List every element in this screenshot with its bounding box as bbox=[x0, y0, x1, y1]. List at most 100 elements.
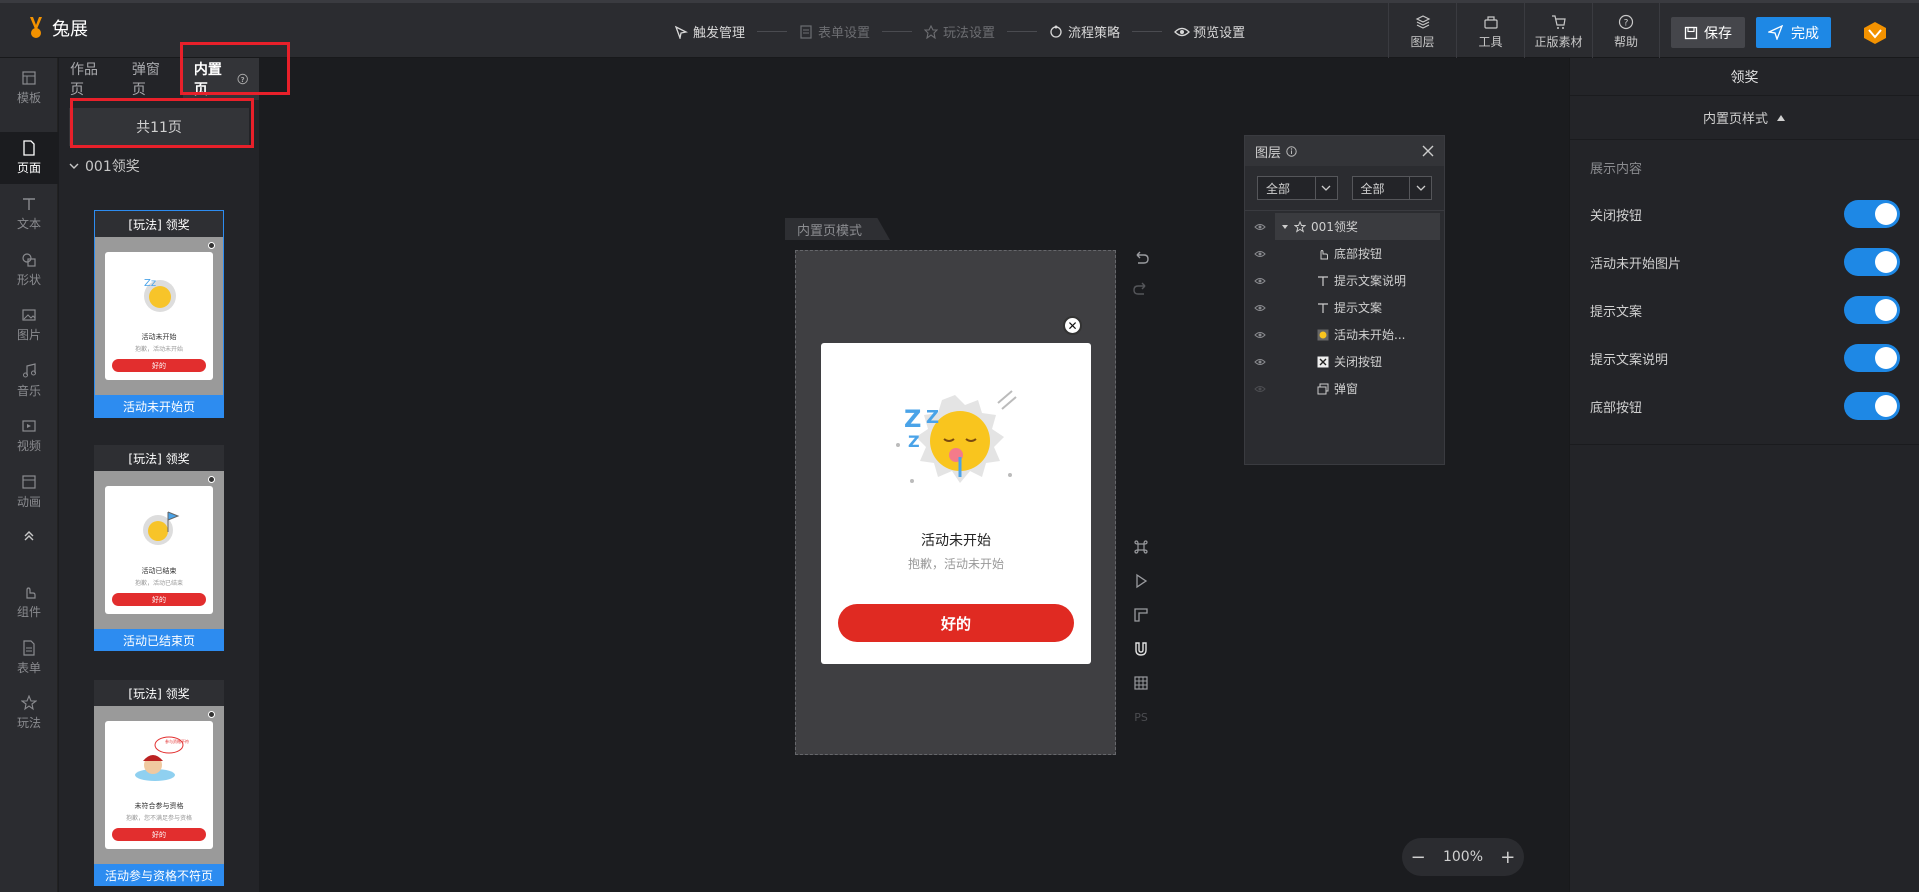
layer-row[interactable]: 提示文案说明 bbox=[1245, 267, 1444, 294]
template-icon bbox=[22, 71, 36, 85]
step-form[interactable]: 表单设置 bbox=[799, 22, 870, 41]
info-icon[interactable] bbox=[1286, 145, 1297, 157]
highlight-box bbox=[180, 42, 290, 95]
ps-button[interactable]: PS bbox=[1131, 707, 1151, 727]
page-thumb-not-started[interactable]: [玩法] 领奖 Zz 活动未开始 抱歉，活动未开始 好的 活动未开始页 bbox=[94, 210, 224, 418]
mode-label: 内置页模式 bbox=[785, 218, 890, 240]
chevron-down-icon bbox=[1409, 177, 1431, 199]
toggle-row-close-button: 关闭按钮 bbox=[1590, 200, 1900, 228]
flow-icon bbox=[1049, 25, 1063, 39]
app-name: 兔展 bbox=[52, 19, 88, 40]
page-thumb-ended[interactable]: [玩法] 领奖 活动已结束 抱歉，活动已结束 好的 活动已结束页 bbox=[94, 445, 224, 651]
nav-collapse[interactable] bbox=[0, 516, 58, 556]
hand-icon bbox=[1320, 249, 1328, 259]
workflow-steps: 触发管理 表单设置 玩法设置 流程策略 预览设置 bbox=[674, 22, 1245, 41]
eye-icon[interactable] bbox=[1245, 223, 1275, 231]
nav-music[interactable]: 音乐 bbox=[0, 355, 58, 407]
app-logo[interactable]: 兔展 bbox=[26, 15, 88, 41]
eye-icon[interactable] bbox=[1245, 358, 1275, 366]
zoom-out-button[interactable]: − bbox=[1411, 847, 1426, 868]
nav-gameplay[interactable]: 玩法 bbox=[0, 687, 58, 739]
layer-row[interactable]: 弹窗 bbox=[1245, 375, 1444, 402]
section-label: 展示内容 bbox=[1590, 162, 1643, 177]
toggle-row-tip-desc: 提示文案说明 bbox=[1590, 344, 1900, 372]
layer-row[interactable]: 提示文案 bbox=[1245, 294, 1444, 321]
popup-ok-button[interactable]: 好的 bbox=[838, 604, 1074, 642]
nav-animation[interactable]: 动画 bbox=[0, 466, 58, 518]
tip-text-toggle[interactable] bbox=[1844, 296, 1900, 324]
zoom-in-button[interactable]: + bbox=[1500, 847, 1515, 868]
tool-layers[interactable]: 图层 bbox=[1388, 3, 1456, 61]
layer-row[interactable]: 底部按钮 bbox=[1245, 240, 1444, 267]
layer-filters: 全部 全部 bbox=[1245, 166, 1444, 211]
svg-text:Z: Z bbox=[904, 405, 921, 433]
toolbox-icon bbox=[1483, 16, 1498, 29]
nav-shape[interactable]: 形状 bbox=[0, 244, 58, 296]
eye-icon[interactable] bbox=[1245, 331, 1275, 339]
close-box-icon bbox=[1317, 356, 1329, 367]
tab-popup-page[interactable]: 弹窗页 bbox=[121, 58, 183, 100]
form-icon bbox=[23, 640, 35, 656]
tool-toolbox[interactable]: 工具 bbox=[1456, 3, 1524, 61]
nav-video[interactable]: 视频 bbox=[0, 410, 58, 462]
cart-icon bbox=[1551, 15, 1566, 29]
eye-icon[interactable] bbox=[1245, 385, 1275, 393]
bottom-button-toggle[interactable] bbox=[1844, 392, 1900, 420]
caret-down-icon bbox=[1282, 224, 1288, 229]
page-thumb-ineligible[interactable]: [玩法] 领奖 参与资格不符 未符合参与资格 抱歉，您不满足参与资格 好的 活动… bbox=[94, 680, 224, 886]
tool-help[interactable]: ? 帮助 bbox=[1592, 3, 1660, 61]
ruler-icon[interactable] bbox=[1131, 605, 1151, 625]
popup-close-button[interactable]: ✕ bbox=[1063, 316, 1082, 335]
send-icon bbox=[1768, 25, 1783, 40]
tab-works-page[interactable]: 作品页 bbox=[59, 58, 121, 100]
close-icon bbox=[208, 242, 215, 249]
nav-page[interactable]: 页面 bbox=[0, 132, 58, 184]
shortcut-icon[interactable] bbox=[1131, 537, 1151, 557]
tip-desc-toggle[interactable] bbox=[1844, 344, 1900, 372]
nav-component[interactable]: 组件 bbox=[0, 576, 58, 628]
form-icon bbox=[799, 24, 813, 39]
eye-icon[interactable] bbox=[1245, 250, 1275, 258]
play-icon[interactable] bbox=[1131, 571, 1151, 591]
popup-title[interactable]: 活动未开始 bbox=[821, 530, 1091, 550]
close-button-toggle[interactable] bbox=[1844, 200, 1900, 228]
undo-icon[interactable] bbox=[1131, 249, 1151, 269]
save-button[interactable]: 保存 bbox=[1671, 17, 1745, 48]
builtin-style-toggle[interactable]: 内置页样式 bbox=[1570, 96, 1919, 140]
layer-filter-type[interactable]: 全部 bbox=[1257, 176, 1338, 200]
done-button[interactable]: 完成 bbox=[1756, 17, 1831, 48]
nav-template[interactable]: 模板 bbox=[0, 62, 58, 114]
grid-icon[interactable] bbox=[1131, 673, 1151, 693]
layer-filter-visibility[interactable]: 全部 bbox=[1351, 176, 1432, 200]
properties-panel: 领奖 内置页样式 展示内容 关闭按钮 活动未开始图片 提示文案 提示文案说明 底… bbox=[1569, 58, 1919, 892]
layer-row[interactable]: 001领奖 bbox=[1245, 213, 1444, 240]
step-trigger[interactable]: 触发管理 bbox=[674, 22, 745, 41]
layer-row[interactable]: 活动未开始... bbox=[1245, 321, 1444, 348]
toggle-row-not-started-image: 活动未开始图片 bbox=[1590, 248, 1900, 276]
eye-icon[interactable] bbox=[1245, 277, 1275, 285]
layers-header: 图层 bbox=[1245, 136, 1444, 166]
layer-row[interactable]: 关闭按钮 bbox=[1245, 348, 1444, 375]
redo-icon[interactable] bbox=[1131, 280, 1151, 300]
tool-licensed-assets[interactable]: 正版素材 bbox=[1524, 3, 1592, 61]
help-icon: ? bbox=[1618, 14, 1634, 30]
component-icon bbox=[26, 587, 36, 599]
page-group-header[interactable]: 001领奖 bbox=[69, 156, 140, 176]
popup-subtitle[interactable]: 抱歉，活动未开始 bbox=[821, 555, 1091, 572]
step-preview[interactable]: 预览设置 bbox=[1174, 22, 1245, 41]
step-flow[interactable]: 流程策略 bbox=[1049, 22, 1120, 41]
sleeping-sun-icon: Zz bbox=[144, 278, 176, 312]
not-started-image-toggle[interactable] bbox=[1844, 248, 1900, 276]
eye-icon[interactable] bbox=[1245, 304, 1275, 312]
step-gameplay[interactable]: 玩法设置 bbox=[923, 22, 995, 41]
avatar[interactable] bbox=[1862, 20, 1888, 46]
magnet-icon[interactable] bbox=[1131, 639, 1151, 659]
close-icon[interactable] bbox=[1422, 145, 1434, 157]
animation-icon bbox=[22, 475, 36, 489]
nav-form[interactable]: 表单 bbox=[0, 632, 58, 684]
close-icon bbox=[208, 711, 215, 718]
sad-sun-flag-icon bbox=[143, 511, 180, 545]
zoom-level: 100% bbox=[1442, 849, 1483, 865]
nav-text[interactable]: 文本 bbox=[0, 188, 58, 240]
nav-image[interactable]: 图片 bbox=[0, 299, 58, 351]
